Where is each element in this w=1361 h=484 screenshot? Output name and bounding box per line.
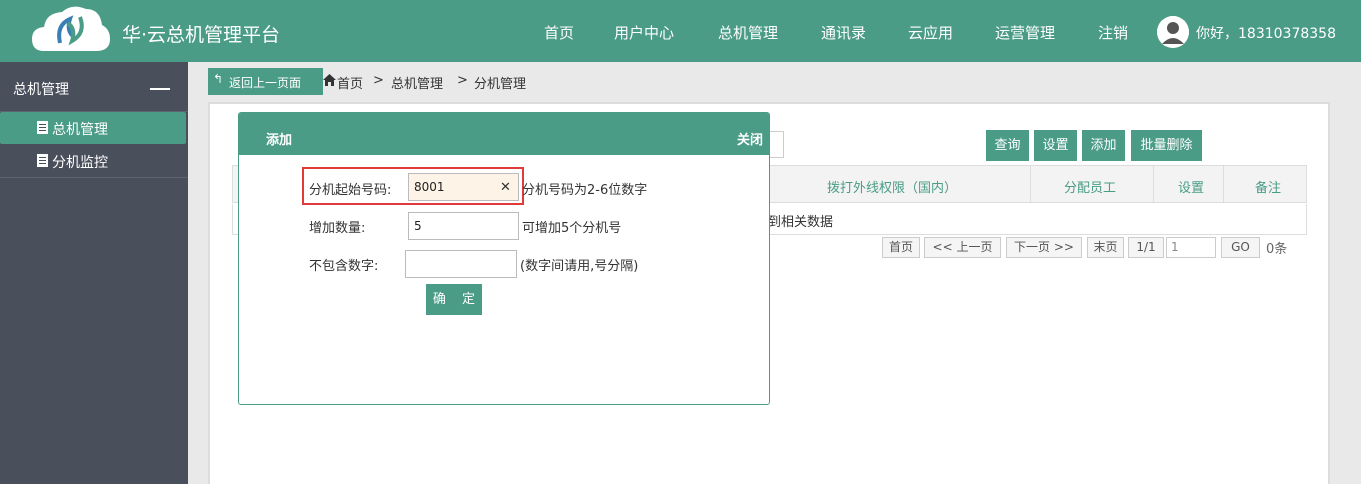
quantity-input[interactable]: 5 — [408, 212, 519, 240]
page-next-button[interactable]: 下一页 >> — [1006, 237, 1082, 258]
empty-table-text: 到相关数据 — [768, 215, 834, 230]
quantity-hint: 可增加5个分机号 — [522, 221, 622, 236]
page-go-button[interactable]: GO — [1221, 237, 1260, 258]
exclude-digits-input[interactable] — [405, 250, 517, 278]
user-greeting: 你好，18310378358 — [1196, 26, 1336, 42]
exclude-digits-hint: (数字间请用,号分隔) — [520, 259, 639, 274]
nav-cloud-apps[interactable]: 云应用 — [908, 22, 953, 43]
nav-operations[interactable]: 运营管理 — [995, 22, 1055, 43]
sidebar-item-label: 分机监控 — [52, 155, 108, 171]
back-button[interactable]: ↰ 返回上一页面 — [208, 68, 323, 95]
brand-title: 华·云总机管理平台 — [122, 24, 281, 46]
sidebar: 总机管理 总机管理 分机监控 — [0, 62, 188, 484]
add-button[interactable]: 添加 — [1082, 130, 1125, 161]
page-info: 1/1 — [1128, 237, 1164, 258]
breadcrumb-switchboard[interactable]: 总机管理 — [391, 73, 443, 92]
breadcrumb-extension-manage: 分机管理 — [474, 77, 527, 92]
exclude-digits-label: 不包含数字: — [309, 259, 379, 274]
page-prev-button[interactable]: << 上一页 — [924, 237, 1001, 258]
page-number-input[interactable]: 1 — [1166, 237, 1216, 258]
start-number-hint: 分机号码为2-6位数字 — [522, 183, 648, 198]
nav-home[interactable]: 首页 — [544, 22, 574, 43]
column-header-assigned-staff: 分配员工 — [1064, 181, 1117, 196]
sidebar-divider — [0, 177, 188, 178]
clear-icon[interactable]: ✕ — [500, 180, 511, 195]
breadcrumb-home[interactable]: 首页 — [337, 73, 363, 92]
confirm-button[interactable]: 确 定 — [426, 284, 482, 315]
dialog-header: 添加 关闭 — [239, 113, 769, 155]
user-avatar-icon[interactable] — [1157, 16, 1189, 48]
cloud-logo-icon — [32, 6, 110, 52]
top-header: 华·云总机管理平台 首页 用户中心 总机管理 通讯录 云应用 运营管理 注销 你… — [0, 0, 1361, 62]
page-last-button[interactable]: 末页 — [1087, 237, 1124, 258]
document-icon — [37, 121, 48, 134]
collapse-icon[interactable] — [150, 88, 170, 90]
column-header-outbound: 拨打外线权限（国内） — [827, 181, 958, 196]
page-first-button[interactable]: 首页 — [882, 237, 920, 258]
nav-user-center[interactable]: 用户中心 — [614, 22, 674, 43]
breadcrumb-separator: > — [373, 73, 384, 88]
sidebar-header: 总机管理 — [0, 62, 188, 112]
dialog-close-button[interactable]: 关闭 — [737, 129, 763, 148]
nav-switchboard[interactable]: 总机管理 — [718, 22, 778, 43]
sidebar-title: 总机管理 — [13, 82, 69, 98]
column-divider — [1223, 166, 1224, 203]
column-divider — [1030, 166, 1031, 203]
return-arrow-icon: ↰ — [213, 72, 224, 86]
settings-button[interactable]: 设置 — [1034, 130, 1077, 161]
query-button[interactable]: 查询 — [986, 130, 1029, 161]
sidebar-item-extension-monitor[interactable]: 分机监控 — [0, 145, 186, 177]
breadcrumb-separator: > — [457, 73, 468, 88]
back-button-label: 返回上一页面 — [229, 76, 302, 90]
start-number-label: 分机起始号码: — [309, 183, 392, 198]
quantity-label: 增加数量: — [309, 221, 366, 236]
document-icon — [37, 154, 48, 167]
column-header-settings: 设置 — [1178, 181, 1205, 196]
column-header-remarks: 备注 — [1255, 181, 1282, 196]
dialog-title: 添加 — [266, 133, 293, 148]
sidebar-item-label: 总机管理 — [52, 122, 108, 138]
column-divider — [1153, 166, 1154, 203]
record-count: 0条 — [1266, 242, 1288, 257]
batch-delete-button[interactable]: 批量删除 — [1131, 130, 1202, 161]
nav-logout[interactable]: 注销 — [1098, 22, 1128, 43]
sidebar-item-switchboard[interactable]: 总机管理 — [0, 112, 186, 144]
nav-contacts[interactable]: 通讯录 — [821, 22, 866, 43]
home-icon — [323, 74, 336, 86]
